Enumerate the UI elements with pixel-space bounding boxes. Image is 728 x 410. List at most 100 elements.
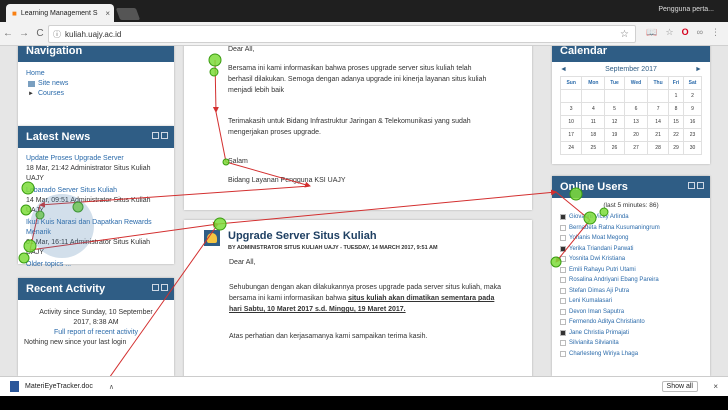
online-user-item[interactable]: Stefan Dimas Aji Putra bbox=[560, 286, 702, 297]
calendar-day[interactable]: 25 bbox=[581, 141, 606, 155]
post1-signature: Bidang Layanan Pengguna KSI UAJY bbox=[228, 177, 346, 184]
download-options-icon[interactable]: ∧ bbox=[109, 383, 114, 391]
tab-learning-management[interactable]: ■ Learning Management S × bbox=[6, 4, 114, 22]
calendar-day[interactable]: 27 bbox=[623, 141, 649, 155]
calendar-day[interactable]: 30 bbox=[683, 141, 702, 155]
user-avatar-icon bbox=[560, 256, 566, 263]
dock-icon[interactable] bbox=[161, 132, 168, 139]
news-title[interactable]: Ikuti Kuis Narasi dan Dapatkan Rewards bbox=[26, 218, 166, 228]
online-user-item[interactable]: Leni Kumalasari bbox=[560, 296, 702, 307]
download-item[interactable]: MateriEyeTracker.doc ∧ bbox=[0, 381, 114, 392]
calendar-day[interactable]: 13 bbox=[623, 115, 649, 129]
calendar-day[interactable]: 3 bbox=[559, 102, 583, 116]
reader-icon[interactable]: 📖 bbox=[646, 27, 657, 38]
nav-site-news-link[interactable]: Site news bbox=[38, 80, 68, 87]
calendar-day[interactable]: 18 bbox=[581, 128, 606, 142]
calendar-day[interactable]: 8 bbox=[667, 102, 685, 116]
online-user-item[interactable]: Giovanni Vicky Arlinda bbox=[560, 212, 702, 223]
online-user-name: Bernadeta Ratna Kusumaningrum bbox=[569, 224, 660, 231]
forward-icon[interactable]: → bbox=[16, 28, 32, 39]
close-download-bar-icon[interactable]: × bbox=[713, 382, 718, 391]
back-icon[interactable]: ← bbox=[0, 28, 16, 39]
star-outline-icon[interactable]: ☆ bbox=[665, 27, 673, 38]
news-title[interactable]: Lebarado Server Situs Kuliah bbox=[26, 186, 166, 196]
calendar-day[interactable]: 20 bbox=[623, 128, 649, 142]
url-field[interactable]: ⓘ kuliah.uajy.ac.id ☆ bbox=[48, 25, 636, 43]
profile-label[interactable]: Pengguna perta... bbox=[658, 6, 714, 13]
calendar-day[interactable]: 21 bbox=[647, 128, 669, 142]
calendar-day[interactable]: 2 bbox=[683, 89, 702, 103]
online-user-item[interactable]: Rosalina Andriyani Ebang Pareira bbox=[560, 275, 702, 286]
moodle-favicon-icon: ■ bbox=[12, 8, 17, 18]
calendar-day[interactable]: 11 bbox=[581, 115, 606, 129]
calendar-day[interactable]: 10 bbox=[559, 115, 583, 129]
news-icon bbox=[28, 80, 35, 87]
online-user-item[interactable]: Emili Rahayu Putri Utami bbox=[560, 265, 702, 276]
online-user-item[interactable]: Yerika Triandani Parwati bbox=[560, 244, 702, 255]
online-user-item[interactable]: Silvianita Silvianita bbox=[560, 338, 702, 349]
calendar-day[interactable]: 19 bbox=[604, 128, 625, 142]
dock-icon[interactable] bbox=[697, 182, 704, 189]
block-controls[interactable] bbox=[152, 132, 168, 139]
online-user-item[interactable]: Charlesteng Wiriya Lhaga bbox=[560, 349, 702, 360]
calendar-day[interactable]: 6 bbox=[623, 102, 649, 116]
calendar-day[interactable]: 4 bbox=[581, 102, 606, 116]
news-meta[interactable]: Menarik bbox=[26, 228, 166, 238]
collapse-icon[interactable] bbox=[152, 132, 159, 139]
uajy-logo-icon bbox=[207, 233, 217, 243]
online-users-header: Online Users bbox=[552, 176, 710, 198]
news-title[interactable]: Update Proses Upgrade Server bbox=[26, 154, 166, 164]
menu-dots-icon[interactable]: ⋮ bbox=[711, 27, 720, 38]
full-report-link[interactable]: Full report of recent activity bbox=[24, 328, 168, 338]
calendar-day[interactable]: 29 bbox=[667, 141, 685, 155]
online-user-item[interactable]: Yosnita Dwi Kristiana bbox=[560, 254, 702, 265]
reload-icon[interactable]: C bbox=[32, 28, 48, 39]
user-avatar-icon bbox=[560, 308, 566, 315]
latest-news-header: Latest News bbox=[18, 126, 174, 148]
calendar-day-header: Tue bbox=[604, 76, 625, 90]
older-topics-link[interactable]: Older topics ... bbox=[26, 260, 166, 270]
online-user-item[interactable]: Devon Iman Saputra bbox=[560, 307, 702, 318]
online-user-item[interactable]: Yohanis Moat Megong bbox=[560, 233, 702, 244]
collapse-icon[interactable] bbox=[688, 182, 695, 189]
block-controls[interactable] bbox=[152, 284, 168, 291]
post2-title[interactable]: Upgrade Server Situs Kuliah bbox=[228, 230, 438, 242]
show-all-button[interactable]: Show all bbox=[661, 381, 698, 392]
calendar-day[interactable]: 23 bbox=[683, 128, 702, 142]
calendar-day[interactable]: 1 bbox=[667, 89, 685, 103]
opera-icon[interactable]: O bbox=[682, 27, 689, 38]
calendar-title: Calendar bbox=[560, 46, 608, 57]
next-month-icon[interactable]: ► bbox=[695, 66, 702, 73]
calendar-day[interactable]: 28 bbox=[647, 141, 669, 155]
bottom-strip bbox=[0, 396, 728, 410]
post2-byline: BY ADMINISTRATOR SITUS KULIAH UAJY - TUE… bbox=[228, 245, 438, 251]
online-user-item[interactable]: Bernadeta Ratna Kusumaningrum bbox=[560, 223, 702, 234]
calendar-day[interactable]: 17 bbox=[559, 128, 583, 142]
online-user-item[interactable]: Jane Christia Primajati bbox=[560, 328, 702, 339]
calendar-day bbox=[559, 89, 583, 103]
online-user-item[interactable]: Fermendo Aditya Christianto bbox=[560, 317, 702, 328]
info-icon[interactable]: ⓘ bbox=[53, 29, 61, 40]
calendar-day[interactable]: 5 bbox=[604, 102, 625, 116]
nav-home-link[interactable]: Home bbox=[26, 70, 166, 77]
calendar-day[interactable]: 7 bbox=[647, 102, 669, 116]
tab-close-icon[interactable]: × bbox=[105, 9, 110, 18]
recent-activity-block: Recent Activity Activity since Sunday, 1… bbox=[18, 278, 174, 376]
nav-courses-link[interactable]: Courses bbox=[38, 90, 64, 97]
calendar-day[interactable]: 24 bbox=[559, 141, 583, 155]
calendar-day[interactable]: 12 bbox=[604, 115, 625, 129]
calendar-day[interactable]: 26 bbox=[604, 141, 625, 155]
calendar-day[interactable]: 14 bbox=[647, 115, 669, 129]
dock-icon[interactable] bbox=[161, 284, 168, 291]
prev-month-icon[interactable]: ◄ bbox=[560, 66, 567, 73]
calendar-day[interactable]: 15 bbox=[667, 115, 685, 129]
new-tab-button[interactable] bbox=[115, 8, 141, 20]
collapse-icon[interactable] bbox=[152, 284, 159, 291]
author-avatar bbox=[204, 230, 220, 246]
calendar-day[interactable]: 9 bbox=[683, 102, 702, 116]
calendar-day[interactable]: 16 bbox=[683, 115, 702, 129]
bookmark-star-icon[interactable]: ☆ bbox=[620, 29, 629, 40]
infinity-icon[interactable]: ∞ bbox=[697, 27, 703, 38]
block-controls[interactable] bbox=[688, 182, 704, 189]
calendar-day[interactable]: 22 bbox=[667, 128, 685, 142]
